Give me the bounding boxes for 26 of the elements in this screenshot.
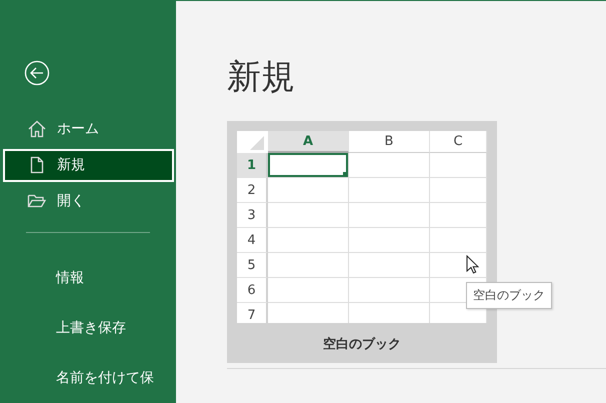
row-header: 1 — [237, 153, 268, 178]
row-header: 2 — [237, 178, 268, 203]
row-header: 5 — [237, 253, 268, 278]
row-header: 3 — [237, 203, 268, 228]
row-header: 6 — [237, 278, 268, 303]
table-cell — [430, 228, 487, 253]
table-cell — [430, 178, 487, 203]
template-label: 空白のブック — [322, 336, 402, 353]
nav-item[interactable]: 情報 — [0, 253, 176, 304]
column-header: A — [268, 131, 349, 153]
column-header: C — [430, 131, 487, 153]
nav-item[interactable]: 名前を付けて保 — [0, 353, 176, 403]
nav-item[interactable]: 新規 — [3, 148, 174, 182]
mouse-pointer-icon — [466, 255, 480, 275]
table-cell — [430, 203, 487, 228]
nav-item[interactable]: 開く — [3, 184, 174, 218]
page-title: 新規 — [227, 56, 296, 99]
back-button[interactable] — [23, 60, 51, 86]
row-header: 7 — [237, 303, 268, 323]
row-header: 4 — [237, 228, 268, 253]
tooltip: 空白のブック — [466, 282, 552, 309]
home-icon — [27, 119, 47, 140]
nav-item[interactable]: ホーム — [3, 113, 174, 146]
column-header: B — [349, 131, 430, 153]
table-cell — [430, 153, 487, 178]
nav-item[interactable]: 上書き保存 — [0, 303, 176, 354]
